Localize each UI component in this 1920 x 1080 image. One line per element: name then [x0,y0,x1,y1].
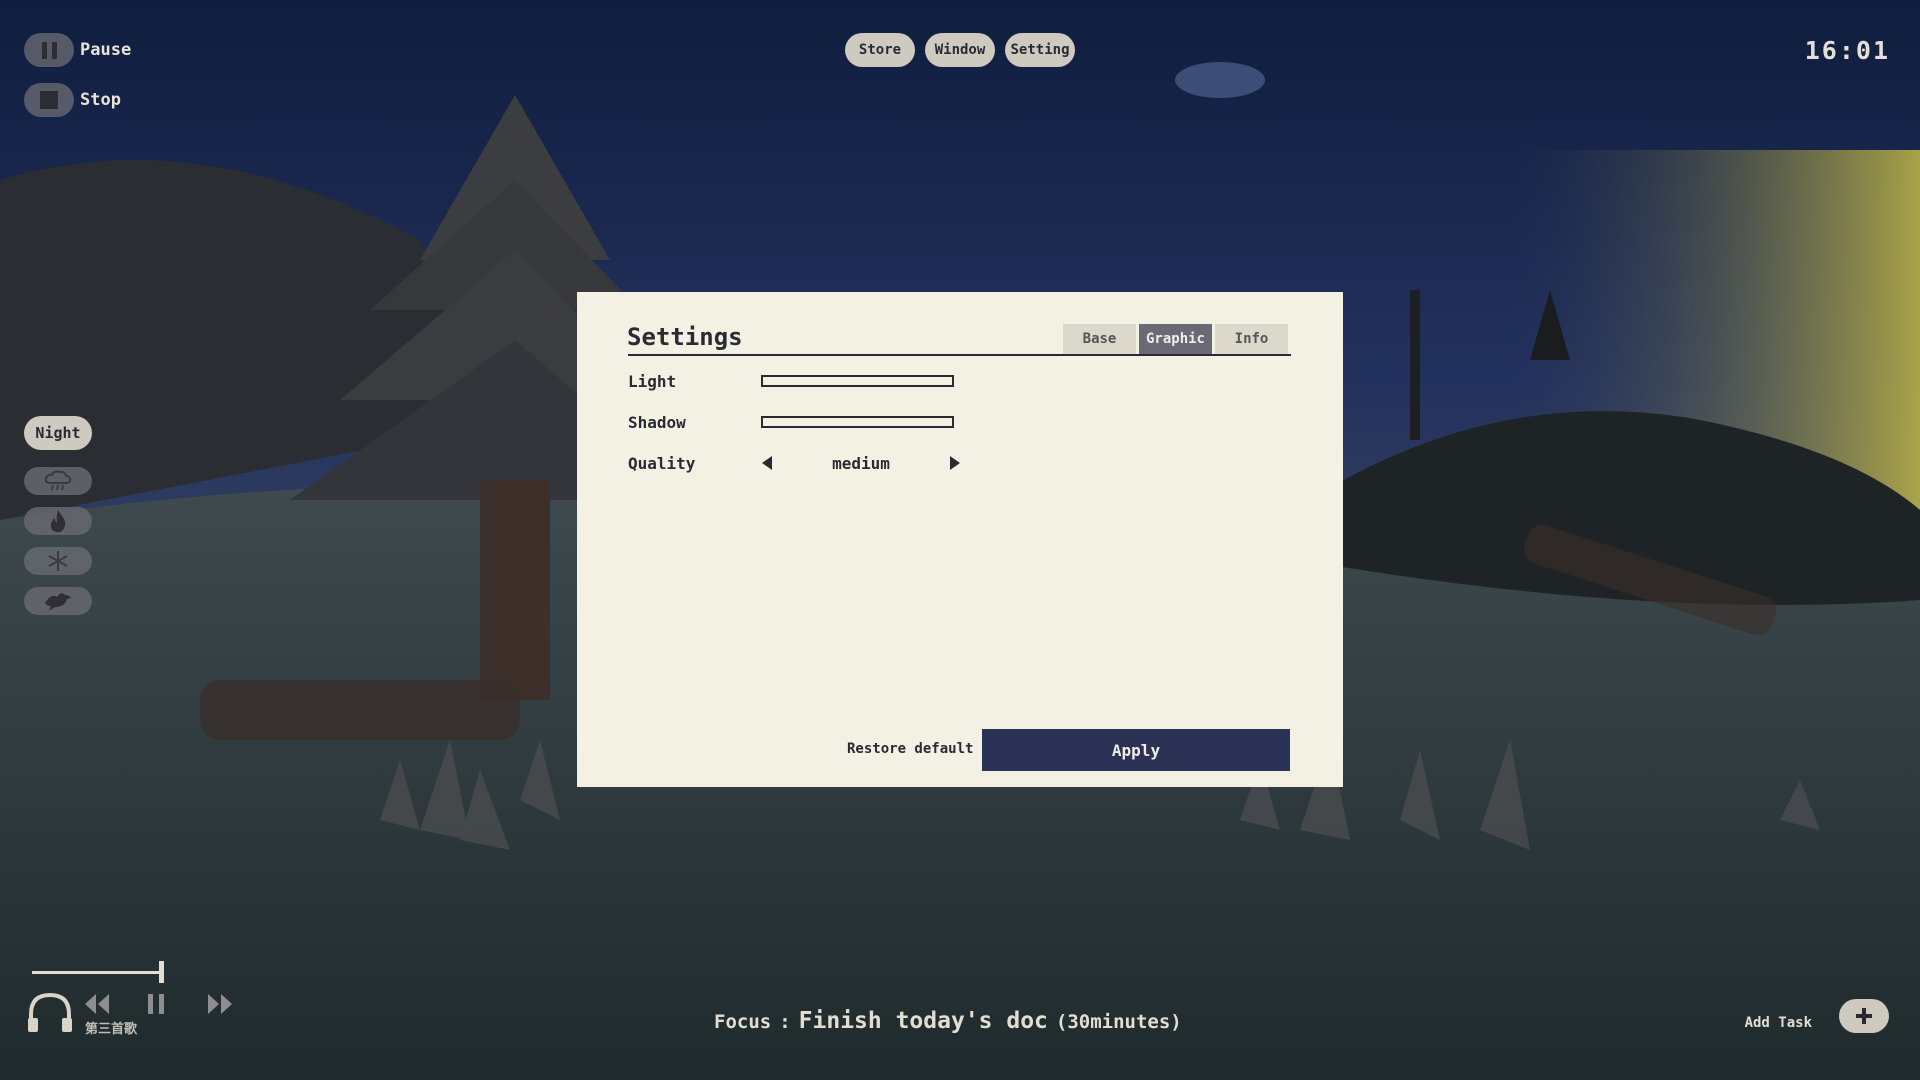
plus-icon [1856,1008,1872,1024]
stop-button[interactable] [24,83,74,117]
add-task-label: Add Task [1744,1015,1812,1031]
stop-control[interactable]: Stop [24,83,121,117]
settings-tabs: Base Graphic Info [1063,324,1288,354]
volume-knob[interactable] [159,961,164,983]
focus-separator: : [779,1011,791,1033]
fire-button[interactable] [24,507,92,535]
settings-dialog: Settings Base Graphic Info Light Shadow … [577,292,1343,787]
player-pause-icon[interactable] [146,992,166,1016]
snow-button[interactable] [24,547,92,575]
rain-cloud-icon [44,470,72,491]
fast-forward-icon[interactable] [207,992,233,1016]
volume-slider[interactable] [32,971,160,974]
shadow-label: Shadow [628,413,686,432]
tab-info[interactable]: Info [1215,324,1288,354]
snowflake-icon [48,551,68,571]
window-button[interactable]: Window [925,33,995,67]
stop-icon [40,91,58,109]
focus-task: Focus : Finish today's doc (30minutes) [714,1008,1182,1034]
clock: 16:01 [1804,36,1890,65]
focus-task-text: Finish today's doc [798,1008,1048,1034]
rain-button[interactable] [24,467,92,495]
quality-selector: medium [761,452,961,474]
add-task-button[interactable] [1839,999,1889,1033]
top-nav: Store Window Setting [845,33,1075,67]
restore-default-button[interactable]: Restore default [847,741,973,757]
pause-label: Pause [80,40,132,60]
title-divider [628,354,1291,356]
pause-button[interactable] [24,33,74,67]
tab-base[interactable]: Base [1063,324,1136,354]
quality-value: medium [832,453,890,473]
arrow-right-icon[interactable] [949,455,961,471]
store-button[interactable]: Store [845,33,915,67]
arrow-left-icon[interactable] [761,455,773,471]
tab-graphic[interactable]: Graphic [1139,324,1212,354]
fire-icon [50,510,66,533]
song-name: 第三首歌 [85,1022,138,1037]
settings-title: Settings [627,323,743,351]
focus-duration: (30minutes) [1055,1011,1182,1033]
rewind-icon[interactable] [84,992,110,1016]
light-slider[interactable] [761,375,954,387]
setting-button[interactable]: Setting [1005,33,1075,67]
apply-button[interactable]: Apply [982,729,1290,771]
pause-control[interactable]: Pause [24,33,131,67]
night-toggle[interactable]: Night [24,416,92,450]
shadow-slider[interactable] [761,416,954,428]
bird-icon [45,593,71,611]
focus-label: Focus [714,1011,772,1033]
quality-label: Quality [628,454,696,473]
pause-icon [41,41,57,59]
headphones-icon [28,992,72,1032]
stop-label: Stop [80,90,121,110]
bird-button[interactable] [24,587,92,615]
light-label: Light [628,372,677,391]
